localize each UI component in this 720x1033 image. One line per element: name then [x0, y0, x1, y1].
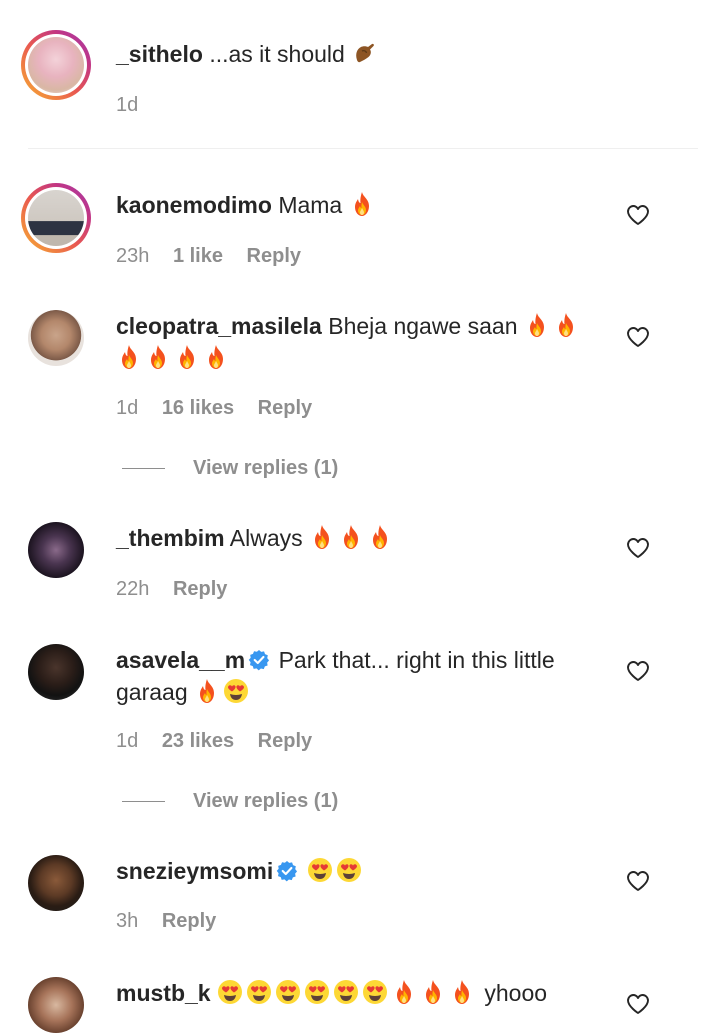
comment-text: _thembim Always [116, 522, 596, 554]
reply-button[interactable]: Reply [247, 245, 301, 267]
comment-body: yhooo [484, 980, 548, 1006]
comment-text: kaonemodimo Mama [116, 189, 596, 221]
replies-line [122, 468, 165, 470]
fire-emoji-icon [373, 525, 388, 549]
fire-emoji-icon [454, 980, 469, 1004]
comment-meta: 3h Reply [116, 910, 234, 933]
comment-time: 1d [116, 397, 139, 419]
comment-username[interactable]: cleopatra_masilela [116, 313, 322, 339]
fire-emoji-icon [425, 980, 440, 1004]
comment-username[interactable]: asavela__m [116, 647, 245, 673]
comment-meta: 1d 16 likes Reply [116, 397, 330, 420]
comment-item: snezieymsomi 3h Reply [0, 845, 720, 945]
fire-emoji-icon [122, 345, 136, 369]
heart-outline-icon[interactable] [626, 204, 650, 226]
avatar[interactable] [21, 30, 91, 100]
view-replies-button[interactable]: View replies (1) [122, 457, 338, 480]
heart-eyes-emoji-icon [304, 980, 329, 1004]
comment-item: _sithelo ...as it should 1d [0, 0, 720, 148]
divider [28, 148, 698, 149]
comment-item: mustb_k yhooo [0, 967, 720, 1033]
comment-text: snezieymsomi [116, 855, 596, 887]
comment-username[interactable]: _sithelo [116, 41, 203, 67]
heart-outline-icon[interactable] [626, 993, 650, 1015]
comment-item: asavela__m Park that... right in this li… [0, 634, 720, 824]
comment-body: ...as it should [209, 41, 345, 67]
avatar[interactable] [28, 644, 84, 700]
like-count[interactable]: 1 like [173, 245, 223, 267]
comment-time: 22h [116, 578, 150, 600]
comment-username[interactable]: _thembim [116, 525, 225, 551]
comment-text: cleopatra_masilela Bheja ngawe saan [116, 310, 596, 374]
like-count[interactable]: 16 likes [162, 397, 234, 419]
avatar[interactable] [28, 855, 84, 911]
fire-emoji-icon [315, 525, 330, 549]
heart-eyes-emoji-icon [307, 858, 332, 882]
heart-outline-icon[interactable] [626, 537, 650, 559]
avatar-ring [25, 187, 87, 249]
comment-meta: 23h 1 like Reply [116, 245, 319, 268]
fire-emoji-icon [354, 192, 369, 216]
heart-outline-icon[interactable] [626, 326, 650, 348]
comment-username[interactable]: kaonemodimo [116, 192, 272, 218]
comment-body: Always [229, 525, 303, 551]
fire-emoji-icon [180, 345, 194, 369]
avatar[interactable] [28, 310, 84, 366]
fire-emoji-icon [209, 345, 223, 369]
heart-eyes-emoji-icon [246, 980, 271, 1004]
fire-emoji-icon [396, 980, 411, 1004]
reply-button[interactable]: Reply [258, 397, 312, 419]
comment-username[interactable]: snezieymsomi [116, 858, 273, 884]
like-count[interactable]: 23 likes [162, 730, 234, 752]
avatar[interactable] [21, 183, 91, 253]
heart-outline-icon[interactable] [626, 870, 650, 892]
comment-time: 23h [116, 245, 150, 267]
comment-body: Mama [278, 192, 343, 218]
avatar-image [28, 190, 84, 246]
heart-eyes-emoji-icon [333, 980, 358, 1004]
fire-emoji-icon [558, 313, 573, 337]
fire-emoji-icon [344, 525, 359, 549]
avatar[interactable] [28, 977, 84, 1033]
heart-eyes-emoji-icon [336, 858, 361, 882]
reply-button[interactable]: Reply [258, 730, 312, 752]
avatar[interactable] [28, 522, 84, 578]
comment-time: 1d [116, 94, 139, 116]
fire-emoji-icon [200, 679, 215, 703]
comment-time: 3h [116, 910, 139, 932]
comment-text: mustb_k yhooo [116, 977, 616, 1009]
comment-item: _thembim Always 22h Reply [0, 512, 720, 612]
heart-eyes-emoji-icon [275, 980, 300, 1004]
view-replies-label: View replies (1) [193, 457, 339, 479]
avatar-image [28, 37, 84, 93]
avatar-ring [25, 34, 87, 96]
fire-emoji-icon [529, 313, 544, 337]
comment-username[interactable]: mustb_k [116, 980, 211, 1006]
comment-time: 1d [116, 730, 139, 752]
fire-emoji-icon [151, 345, 165, 369]
view-replies-label: View replies (1) [193, 790, 339, 812]
comment-item: cleopatra_masilela Bheja ngawe saan 1d 1… [0, 300, 720, 490]
comment-item: kaonemodimo Mama 23h 1 like Reply [0, 180, 720, 280]
reply-button[interactable]: Reply [162, 910, 216, 932]
view-replies-button[interactable]: View replies (1) [122, 790, 338, 813]
verified-badge-icon [248, 649, 271, 671]
reply-button[interactable]: Reply [173, 578, 227, 600]
comment-text: asavela__m Park that... right in this li… [116, 644, 596, 708]
verified-badge-icon [276, 860, 299, 882]
heart-eyes-emoji-icon [217, 980, 242, 1004]
heart-outline-icon[interactable] [626, 660, 650, 682]
comment-meta: 1d [116, 94, 156, 117]
replies-line [122, 801, 165, 803]
comment-meta: 22h Reply [116, 578, 245, 601]
heart-eyes-emoji-icon [362, 980, 387, 1004]
heart-eyes-emoji-icon [224, 679, 249, 703]
pinch-emoji-icon [355, 43, 375, 63]
comment-text: _sithelo ...as it should [116, 38, 596, 70]
comment-meta: 1d 23 likes Reply [116, 730, 330, 753]
comment-body: Bheja ngawe saan [328, 313, 518, 339]
